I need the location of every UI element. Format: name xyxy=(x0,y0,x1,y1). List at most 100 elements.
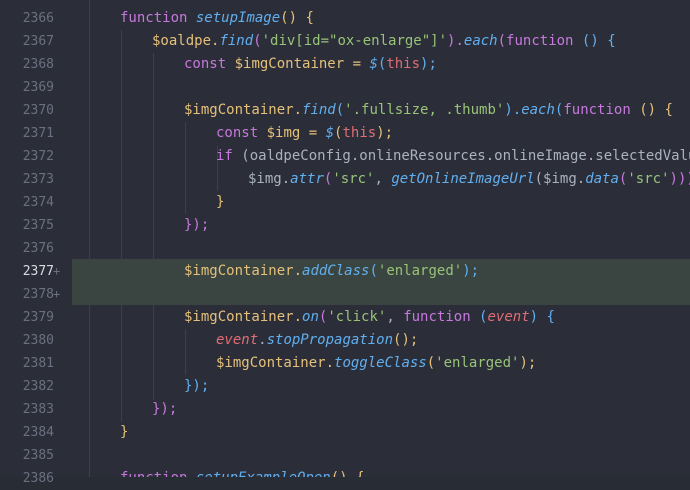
code-line-2381[interactable]: $imgContainer.toggleClass('enlarged'); xyxy=(216,352,536,375)
punctuation: ( xyxy=(369,263,378,279)
line-number: 2373 xyxy=(22,172,54,187)
code-line-2377[interactable]: $imgContainer.addClass('enlarged'); xyxy=(184,260,479,283)
code-editor[interactable]: 2366 2367 2368 2369 2370 2371 2372 2373 2374 2375… xyxy=(0,0,690,486)
keyword: if xyxy=(216,148,233,164)
identifier: ($img. xyxy=(534,171,586,187)
code-line-2380[interactable]: event.stopPropagation(); xyxy=(216,329,418,352)
line-number-row[interactable]: 2373 xyxy=(0,168,72,191)
code-line-2382[interactable]: }); xyxy=(184,375,209,398)
method-name: find xyxy=(302,102,336,118)
method-name: data xyxy=(585,171,619,187)
code-line-2386[interactable]: function setupExampleOpen() { xyxy=(120,467,364,477)
line-number-row[interactable]: 2371 xyxy=(0,122,72,145)
line-number: 2379 xyxy=(22,310,54,325)
line-number-gutter[interactable]: 2366 2367 2368 2369 2370 2371 2372 2373 2374 2375… xyxy=(0,0,72,486)
string-literal: 'src' xyxy=(627,171,670,187)
keyword: function xyxy=(120,10,188,26)
keyword: function xyxy=(563,102,631,118)
line-number-row[interactable]: 2384 xyxy=(0,421,72,444)
punctuation: ( xyxy=(470,309,488,325)
punctuation: ). xyxy=(504,102,522,118)
code-line-2375[interactable]: }); xyxy=(184,214,209,237)
this-keyword: this xyxy=(386,56,421,72)
code-line-2374[interactable]: } xyxy=(216,191,224,214)
punctuation: ). xyxy=(447,33,464,49)
function-name: getOnlineImageUrl xyxy=(391,171,535,187)
indent-guide xyxy=(121,30,122,422)
line-number: 2383 xyxy=(22,402,54,417)
modified-marker: + xyxy=(53,287,61,301)
parameter: event xyxy=(216,332,259,348)
punctuation: () { xyxy=(573,33,616,49)
line-number-row[interactable]: 2367 xyxy=(0,30,72,53)
line-number: 2381 xyxy=(22,356,54,371)
punctuation: ( xyxy=(426,355,436,371)
method-name: each xyxy=(521,102,555,118)
line-number: 2369 xyxy=(22,80,54,95)
line-number-row[interactable]: 2385 xyxy=(0,444,72,467)
punctuation: ( xyxy=(253,33,262,49)
indent-guide xyxy=(185,329,186,375)
line-number-row[interactable]: 2378 + xyxy=(0,283,72,306)
line-number: 2377 xyxy=(22,264,54,279)
line-number: 2376 xyxy=(22,241,54,256)
identifier: $imgContainer. xyxy=(184,309,303,325)
function-name: $ xyxy=(325,125,335,141)
condition-expression: (oaldpeConfig.onlineResources.onlineImag… xyxy=(232,148,690,164)
method-name: attr xyxy=(290,171,324,187)
code-line-2372[interactable]: if (oaldpeConfig.onlineResources.onlineI… xyxy=(216,145,690,168)
punctuation: } xyxy=(120,424,129,440)
parameter: event xyxy=(487,309,530,325)
keyword: const xyxy=(184,56,227,72)
line-number: 2372 xyxy=(22,149,54,164)
identifier: $img. xyxy=(248,171,291,187)
line-number: 2368 xyxy=(22,57,54,72)
line-number-row[interactable]: 2379 xyxy=(0,306,72,329)
line-number-row[interactable]: 2386 xyxy=(0,467,72,490)
line-number: 2371 xyxy=(22,126,54,141)
keyword: function xyxy=(120,470,187,477)
indent-guide xyxy=(185,122,186,214)
punctuation: ); xyxy=(519,355,537,371)
code-line-2367[interactable]: $oaldpe.find('div[id="ox-enlarge"]').eac… xyxy=(152,30,616,53)
line-number-row[interactable]: 2370 xyxy=(0,99,72,122)
code-line-2383[interactable]: }); xyxy=(152,398,177,421)
line-number: 2384 xyxy=(22,425,54,440)
code-line-2371[interactable]: const $img = $(this); xyxy=(216,122,393,145)
line-number-row[interactable]: 2375 xyxy=(0,214,72,237)
identifier: $img = xyxy=(258,125,326,141)
function-name: setupExampleOpen xyxy=(196,470,331,477)
line-number-row[interactable]: 2369 xyxy=(0,76,72,99)
line-number-row[interactable]: 2383 xyxy=(0,398,72,421)
punctuation: , xyxy=(374,171,392,187)
line-number-row[interactable]: 2372 xyxy=(0,145,72,168)
punctuation: () { xyxy=(280,10,314,26)
code-line-2384[interactable]: } xyxy=(120,421,128,444)
method-name: find xyxy=(219,33,254,49)
code-line-2373[interactable]: $img.attr('src', getOnlineImageUrl($img.… xyxy=(248,168,690,191)
line-number: 2385 xyxy=(22,448,54,463)
method-name: toggleClass xyxy=(334,355,427,371)
string-literal: 'enlarged' xyxy=(435,355,520,371)
line-number-row[interactable]: 2376 xyxy=(0,237,72,260)
line-number-row[interactable]: 2382 xyxy=(0,375,72,398)
code-line-2370[interactable]: $imgContainer.find('.fullsize, .thumb').… xyxy=(184,99,673,122)
line-number-row[interactable]: 2377 + xyxy=(0,260,72,283)
function-name: $ xyxy=(369,56,378,72)
code-line-2366[interactable]: function setupImage() { xyxy=(120,7,314,30)
line-number-row[interactable]: 2374 xyxy=(0,191,72,214)
string-literal: 'div[id="ox-enlarge"]' xyxy=(261,33,448,49)
code-line-2368[interactable]: const $imgContainer = $(this); xyxy=(184,53,437,76)
punctuation: ); xyxy=(462,263,480,279)
punctuation: ); xyxy=(376,125,394,141)
indent-guide xyxy=(89,0,90,477)
line-number-row[interactable]: 2366 xyxy=(0,7,72,30)
line-number-row[interactable]: 2381 xyxy=(0,352,72,375)
code-line-2379[interactable]: $imgContainer.on('click', function (even… xyxy=(184,306,555,329)
string-literal: '.fullsize, .thumb' xyxy=(344,102,505,118)
code-area[interactable]: function setupImage() { $oaldpe.find('di… xyxy=(72,0,690,477)
line-number-row[interactable]: 2368 xyxy=(0,53,72,76)
line-number: 2367 xyxy=(22,34,54,49)
line-number-row[interactable]: 2380 xyxy=(0,329,72,352)
punctuation: (); xyxy=(393,332,419,348)
